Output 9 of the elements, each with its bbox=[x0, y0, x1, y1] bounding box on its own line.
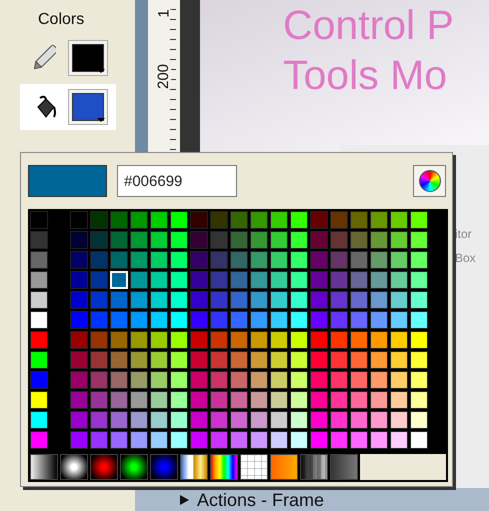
hex-input-field[interactable]: #006699 bbox=[117, 165, 237, 197]
panel-text: Box bbox=[455, 250, 477, 267]
ruler-label: 1 bbox=[156, 9, 172, 18]
panel-title: Colors bbox=[38, 10, 86, 30]
ruler-label: 200 bbox=[156, 64, 172, 90]
stage-heading: Tools Mo bbox=[283, 51, 448, 100]
actions-panel-title: Actions - Frame bbox=[197, 490, 324, 508]
panel-text: itor bbox=[455, 226, 473, 243]
stage-heading: Control P bbox=[283, 1, 455, 50]
